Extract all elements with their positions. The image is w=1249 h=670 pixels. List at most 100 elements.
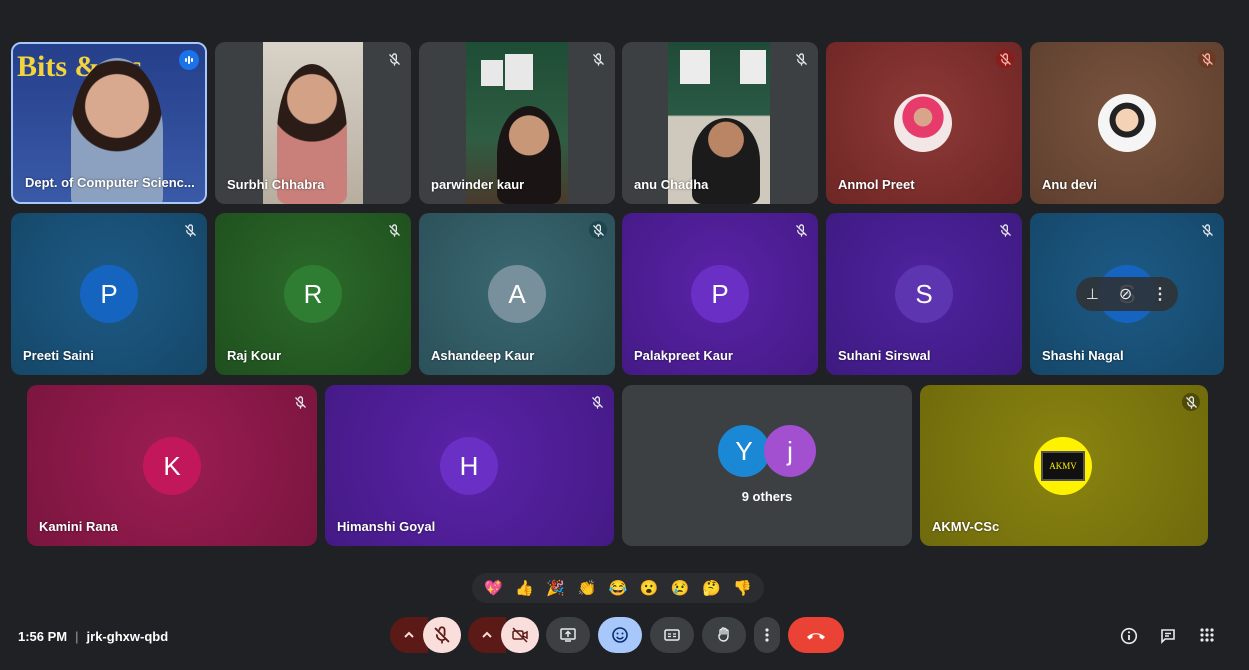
participant-tile-surbhi-chhabra[interactable]: Surbhi Chhabra bbox=[215, 42, 411, 204]
chevron-up-icon bbox=[482, 631, 492, 638]
participant-tile-shashi-nagal[interactable]: S ⊥ ⊘ ⋮ Shashi Nagal bbox=[1030, 213, 1224, 375]
participant-name: Anmol Preet bbox=[838, 177, 915, 192]
hand-icon bbox=[718, 627, 729, 642]
akmv-logo-text: AKMV bbox=[1049, 461, 1077, 471]
more-options-icon[interactable]: ⋮ bbox=[1152, 284, 1168, 304]
mic-off-icon bbox=[996, 221, 1014, 239]
chat-icon bbox=[1161, 629, 1175, 644]
avatar: A bbox=[488, 265, 546, 323]
participant-name: Surbhi Chhabra bbox=[227, 177, 325, 192]
participant-tile-suhani-sirswal[interactable]: S Suhani Sirswal bbox=[826, 213, 1022, 375]
pin-icon[interactable]: ⊥ bbox=[1086, 285, 1099, 303]
chat-button[interactable] bbox=[1159, 627, 1179, 647]
end-call-icon bbox=[807, 633, 825, 640]
call-control-bar: 1:56 PM | jrk-ghxw-qbd bbox=[0, 600, 1249, 670]
participant-tile-raj-kour[interactable]: R Raj Kour bbox=[215, 213, 411, 375]
participant-name: Anu devi bbox=[1042, 177, 1097, 192]
participant-tile-anu-devi[interactable]: Anu devi bbox=[1030, 42, 1224, 204]
mic-off-icon bbox=[181, 221, 199, 239]
more-options-button[interactable] bbox=[754, 617, 780, 653]
mic-off-icon bbox=[589, 221, 607, 239]
participant-name: Raj Kour bbox=[227, 348, 282, 363]
paper-on-board bbox=[505, 54, 533, 90]
mic-off-icon bbox=[1182, 393, 1200, 411]
mic-off-icon bbox=[588, 393, 606, 411]
participant-tile-anu-chadha[interactable]: anu Chadha bbox=[622, 42, 818, 204]
participant-tile-ashandeep-kaur[interactable]: A Ashandeep Kaur bbox=[419, 213, 615, 375]
participant-name: Kamini Rana bbox=[39, 519, 118, 534]
speaking-indicator-icon bbox=[179, 50, 199, 70]
participant-name: anu Chadha bbox=[634, 177, 709, 192]
reaction-bar: 💖 👍 🎉 👏 😂 😮 😢 🤔 👎 bbox=[472, 573, 764, 603]
tears-of-joy-icon[interactable]: 😂 bbox=[607, 577, 629, 599]
mic-off-icon bbox=[792, 221, 810, 239]
participant-tile-akmv-csc[interactable]: AKMV AKMV-CSc bbox=[920, 385, 1208, 546]
mic-off-icon bbox=[996, 50, 1014, 68]
more-vert-icon bbox=[765, 628, 769, 642]
mic-off-icon bbox=[792, 50, 810, 68]
avatar: K bbox=[143, 437, 201, 495]
mic-off-icon bbox=[385, 221, 403, 239]
meeting-details-button[interactable] bbox=[1120, 627, 1140, 647]
meeting-time: 1:56 PM bbox=[18, 629, 68, 644]
avatar-y: Y bbox=[718, 425, 770, 477]
toggle-camera-button[interactable] bbox=[501, 617, 539, 653]
avatar: H bbox=[440, 437, 498, 495]
sad-face-icon[interactable]: 😢 bbox=[669, 577, 691, 599]
participant-name: Shashi Nagal bbox=[1042, 348, 1124, 363]
profile-photo bbox=[894, 94, 952, 152]
chevron-up-icon bbox=[404, 631, 414, 638]
mic-off-icon bbox=[1198, 50, 1216, 68]
toggle-mic-button[interactable] bbox=[423, 617, 461, 653]
mic-off-icon bbox=[434, 626, 450, 644]
captions-button[interactable] bbox=[650, 617, 694, 653]
leave-call-button[interactable] bbox=[788, 617, 844, 653]
avatar: P bbox=[691, 265, 749, 323]
participant-name: Palakpreet Kaur bbox=[634, 348, 733, 363]
avatar: P bbox=[80, 265, 138, 323]
participant-name: Preeti Saini bbox=[23, 348, 94, 363]
akmv-logo: AKMV bbox=[1034, 437, 1092, 495]
participant-tile-anmol-preet[interactable]: Anmol Preet bbox=[826, 42, 1022, 204]
thinking-face-icon[interactable]: 🤔 bbox=[700, 577, 722, 599]
participant-tile-himanshi-goyal[interactable]: H Himanshi Goyal bbox=[325, 385, 614, 546]
raise-hand-button[interactable] bbox=[702, 617, 746, 653]
participant-tile-dept-computer-science[interactable]: Bits & tes Dept. of Computer Scienc... bbox=[11, 42, 207, 204]
participant-name: Ashandeep Kaur bbox=[431, 348, 535, 363]
participant-tile-palakpreet-kaur[interactable]: P Palakpreet Kaur bbox=[622, 213, 818, 375]
mute-participant-icon[interactable]: ⊘ bbox=[1119, 284, 1132, 304]
thumbs-down-icon[interactable]: 👎 bbox=[731, 577, 753, 599]
avatar: S bbox=[895, 265, 953, 323]
party-popper-icon[interactable]: 🎉 bbox=[545, 577, 567, 599]
participant-name: Himanshi Goyal bbox=[337, 519, 436, 534]
activities-button[interactable] bbox=[1199, 627, 1219, 647]
participant-tile-parwinder-kaur[interactable]: parwinder kaur bbox=[419, 42, 615, 204]
present-screen-button[interactable] bbox=[546, 617, 590, 653]
camera-off-icon bbox=[512, 627, 528, 643]
sparkling-heart-icon[interactable]: 💖 bbox=[483, 577, 505, 599]
others-tile[interactable]: Y j 9 others bbox=[622, 385, 912, 546]
closed-captions-icon bbox=[664, 629, 680, 641]
participant-name: Dept. of Computer Scienc... bbox=[25, 175, 195, 190]
apps-grid-icon bbox=[1200, 628, 1214, 642]
paper-on-board bbox=[680, 50, 710, 84]
others-count: 9 others bbox=[741, 489, 793, 504]
meeting-info: 1:56 PM | jrk-ghxw-qbd bbox=[18, 629, 168, 644]
mic-off-icon bbox=[291, 393, 309, 411]
surprised-face-icon[interactable]: 😮 bbox=[638, 577, 660, 599]
paper-on-board bbox=[740, 50, 766, 84]
emoji-reactions-button[interactable] bbox=[598, 617, 642, 653]
thumbs-up-icon[interactable]: 👍 bbox=[514, 577, 536, 599]
present-icon bbox=[560, 628, 576, 642]
participant-tile-kamini-rana[interactable]: K Kamini Rana bbox=[27, 385, 317, 546]
clapping-hands-icon[interactable]: 👏 bbox=[576, 577, 598, 599]
info-icon bbox=[1120, 627, 1138, 645]
participant-name: parwinder kaur bbox=[431, 177, 525, 192]
mic-off-icon bbox=[385, 50, 403, 68]
participant-tile-preeti-saini[interactable]: P Preeti Saini bbox=[11, 213, 207, 375]
avatar: R bbox=[284, 265, 342, 323]
mic-off-icon bbox=[589, 50, 607, 68]
mic-off-icon bbox=[1198, 221, 1216, 239]
separator: | bbox=[75, 629, 79, 644]
meeting-code: jrk-ghxw-qbd bbox=[86, 629, 169, 644]
